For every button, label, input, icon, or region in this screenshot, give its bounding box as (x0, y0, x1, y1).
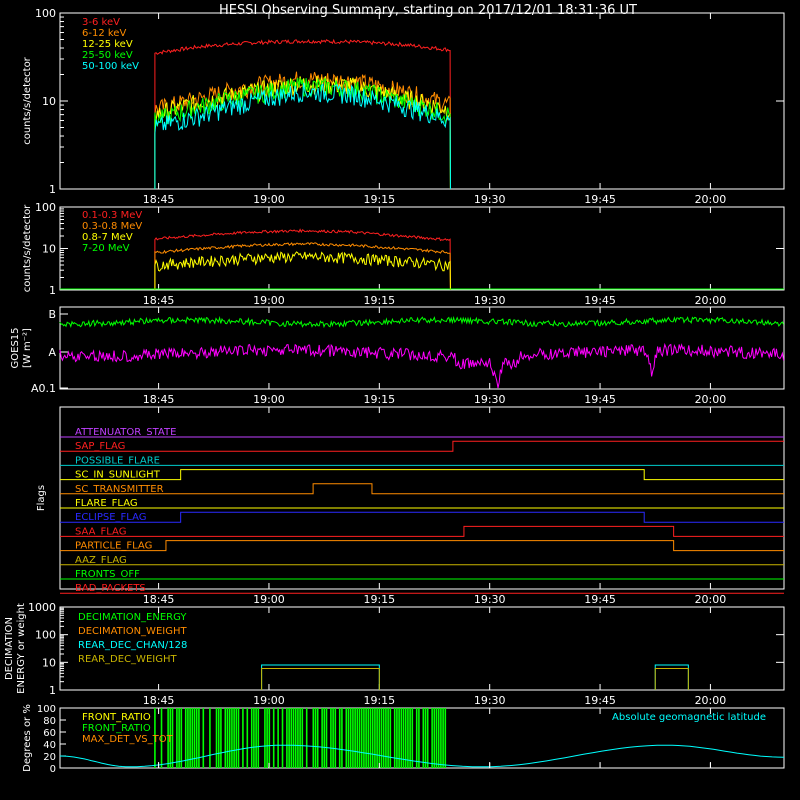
y-tick-label: 100 (35, 7, 56, 20)
y-axis-label: counts/s/detector (22, 56, 33, 144)
x-tick-label: 19:15 (363, 393, 395, 406)
y-tick-label: 100 (35, 201, 56, 214)
y-tick-label: A (48, 346, 56, 359)
y-tick-label: A0.1 (31, 382, 56, 395)
legend-entry: REAR_DEC_WEIGHT (78, 654, 177, 665)
x-tick-label: 20:00 (695, 694, 727, 707)
x-tick-label: 19:15 (363, 193, 395, 206)
y-tick-label: 10 (42, 656, 56, 669)
y-tick-label: 100 (35, 629, 56, 642)
y-axis-label: ENERGY or weight (16, 603, 27, 694)
x-tick-label: 19:00 (253, 694, 285, 707)
y-tick-label: 1000 (28, 601, 56, 614)
legend-entry: 3-6 keV (82, 17, 120, 28)
flag-label: PARTICLE_FLAG (75, 541, 152, 552)
legend-entry: 25-50 keV (82, 50, 133, 61)
y-axis-unit: [W m⁻²] (22, 328, 33, 368)
legend-entry: MAX_DET_VS_TOT (82, 734, 174, 745)
y-tick-label: 1 (49, 684, 56, 697)
latitude-annotation: Absolute geomagnetic latitude (612, 712, 766, 723)
x-tick-label: 19:45 (584, 393, 616, 406)
legend-entry: DECIMATION_WEIGHT (78, 626, 187, 637)
y-tick-label: 80 (43, 716, 56, 727)
x-tick-label: 19:30 (474, 393, 506, 406)
flag-label: FLARE_FLAG (75, 498, 138, 509)
y-axis-label: counts/s/detector (22, 204, 33, 292)
flag-label: FRONTS_OFF (75, 569, 140, 580)
y-tick-label: 10 (42, 243, 56, 256)
x-tick-label: 18:45 (143, 193, 175, 206)
x-tick-label: 20:00 (695, 294, 727, 307)
x-tick-label: 19:00 (253, 393, 285, 406)
x-tick-label: 19:15 (363, 294, 395, 307)
flag-label: SC_IN_SUNLIGHT (75, 470, 161, 481)
legend-entry: 7-20 MeV (82, 243, 130, 254)
x-tick-label: 19:00 (253, 593, 285, 606)
x-tick-label: 18:45 (143, 393, 175, 406)
x-tick-label: 19:30 (474, 694, 506, 707)
x-tick-label: 19:45 (584, 694, 616, 707)
legend-entry: 0.3-0.8 MeV (82, 221, 142, 232)
x-tick-label: 20:00 (695, 393, 727, 406)
legend-entry: FRONT_RATIO (82, 723, 151, 734)
y-axis-label: GOES15 (10, 327, 21, 368)
y-tick-label: 100 (37, 704, 56, 715)
legend-entry: REAR_DEC_CHAN/128 (78, 640, 187, 651)
legend-entry: 0.1-0.3 MeV (82, 210, 142, 221)
y-tick-label: 60 (43, 728, 56, 739)
x-tick-label: 19:15 (363, 694, 395, 707)
y-tick-label: 40 (43, 740, 56, 751)
x-tick-label: 19:30 (474, 294, 506, 307)
x-tick-label: 19:30 (474, 193, 506, 206)
chart-title: HESSI Observing Summary, starting on 201… (219, 3, 637, 18)
flag-label: ATTENUATOR_STATE (75, 427, 176, 438)
y-tick-label: B (48, 308, 56, 321)
legend-entry: 12-25 keV (82, 39, 133, 50)
legend-entry: 50-100 keV (82, 61, 139, 72)
y-axis-label: Flags (36, 485, 47, 511)
legend-entry: 6-12 keV (82, 28, 126, 39)
flag-label: POSSIBLE_FLARE (75, 455, 160, 466)
x-tick-label: 19:45 (584, 193, 616, 206)
hessi-summary-chart: HESSI Observing Summary, starting on 201… (0, 0, 800, 800)
x-tick-label: 19:45 (584, 294, 616, 307)
x-tick-label: 18:45 (143, 694, 175, 707)
background (0, 0, 800, 800)
x-tick-label: 20:00 (695, 593, 727, 606)
x-tick-label: 18:45 (143, 593, 175, 606)
flag-label: BAD_PACKETS (75, 583, 146, 594)
x-tick-label: 19:15 (363, 593, 395, 606)
y-axis-label: Degrees or % (22, 704, 33, 772)
y-tick-label: 20 (43, 752, 56, 763)
y-axis-label: DECIMATION (4, 617, 15, 680)
x-tick-label: 19:45 (584, 593, 616, 606)
x-tick-label: 18:45 (143, 294, 175, 307)
flag-label: SAA_FLAG (75, 526, 126, 537)
flag-label: AAZ_FLAG (75, 555, 127, 566)
y-tick-label: 0 (50, 764, 56, 775)
legend-entry: DECIMATION_ENERGY (78, 612, 187, 623)
x-tick-label: 20:00 (695, 193, 727, 206)
x-tick-label: 19:00 (253, 294, 285, 307)
x-tick-label: 19:30 (474, 593, 506, 606)
flag-label: SC_TRANSMITTER (75, 484, 164, 495)
y-tick-label: 10 (42, 95, 56, 108)
legend-entry: 0.8-7 MeV (82, 232, 133, 243)
flag-label: ECLIPSE_FLAG (75, 512, 146, 523)
legend-entry: FRONT_RATIO (82, 712, 151, 723)
y-tick-label: 1 (49, 183, 56, 196)
x-tick-label: 19:00 (253, 193, 285, 206)
y-tick-label: 1 (49, 284, 56, 297)
flag-label: SAP_FLAG (75, 441, 125, 452)
